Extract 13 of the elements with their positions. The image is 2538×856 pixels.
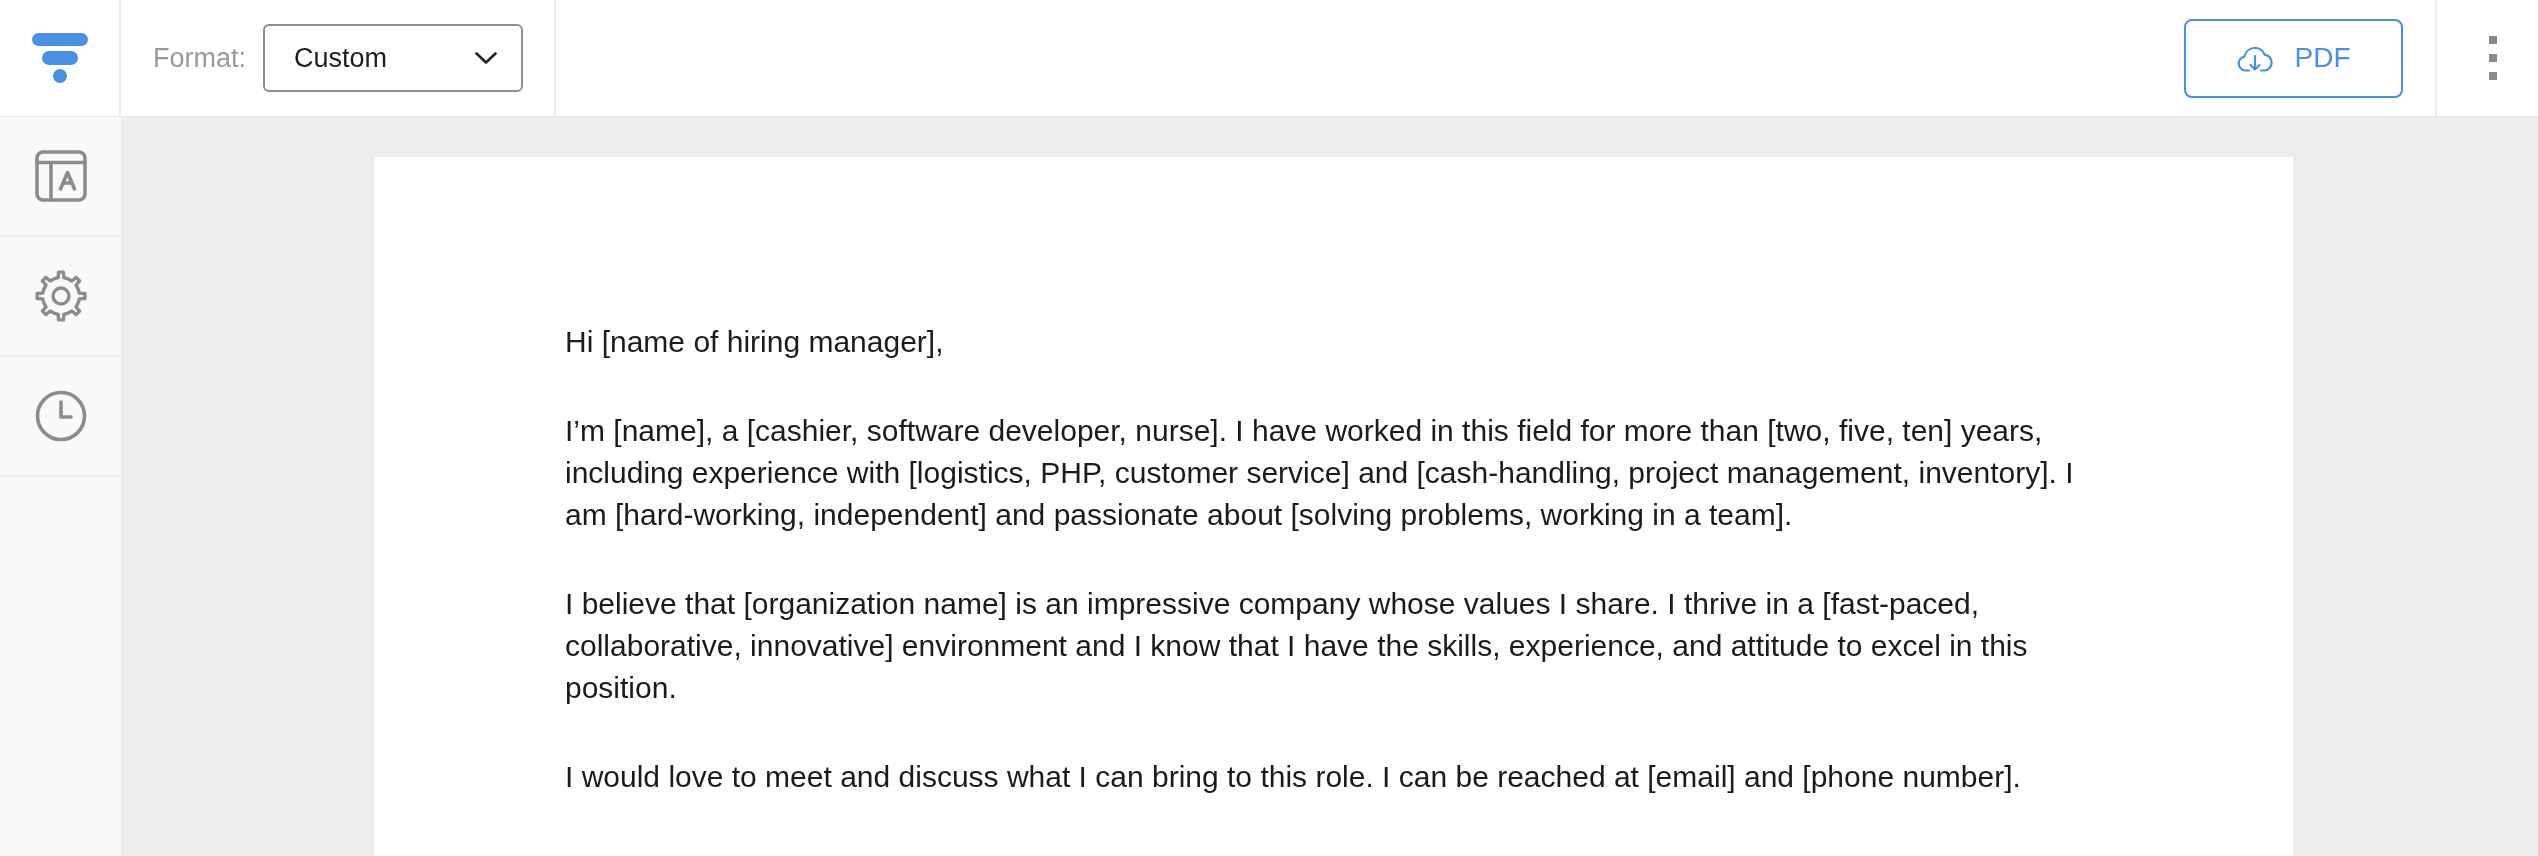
format-label: Format: (153, 41, 246, 75)
letter-paragraph: I would love to meet and discuss what I can bring to this role. I can be reached at [email] and [phone number]. (565, 759, 2022, 795)
letter-paragraph: I believe that [organization name] is an impressive company whose values I share. I thrive in a [fast-paced, collaborative, innovative] environment and I know that I have the skills, experience, and attitude to excel in this position. (565, 586, 2029, 706)
settings-icon[interactable] (34, 270, 87, 322)
format-dropdown[interactable]: Custom (263, 24, 523, 92)
logo-icon (31, 33, 88, 83)
chevron-down-icon (475, 52, 497, 64)
more-menu-icon[interactable] (2488, 36, 2497, 80)
letter-paragraph: I’m [name], a [cashier, software developer, nurse]. I have worked in this field for more than [two, five, ten] years, including experience with [logistics, PHP, customer service] and [cash-handling, project management, inventory]. I am [hard-working, independent] and passionate about [solving problems, working in a team]. (565, 413, 2075, 533)
greeting-text: Hi [name of hiring manager], (565, 324, 945, 360)
clock-icon[interactable] (34, 390, 87, 442)
cloud-download-icon (2236, 44, 2273, 72)
template-icon[interactable] (34, 150, 87, 202)
